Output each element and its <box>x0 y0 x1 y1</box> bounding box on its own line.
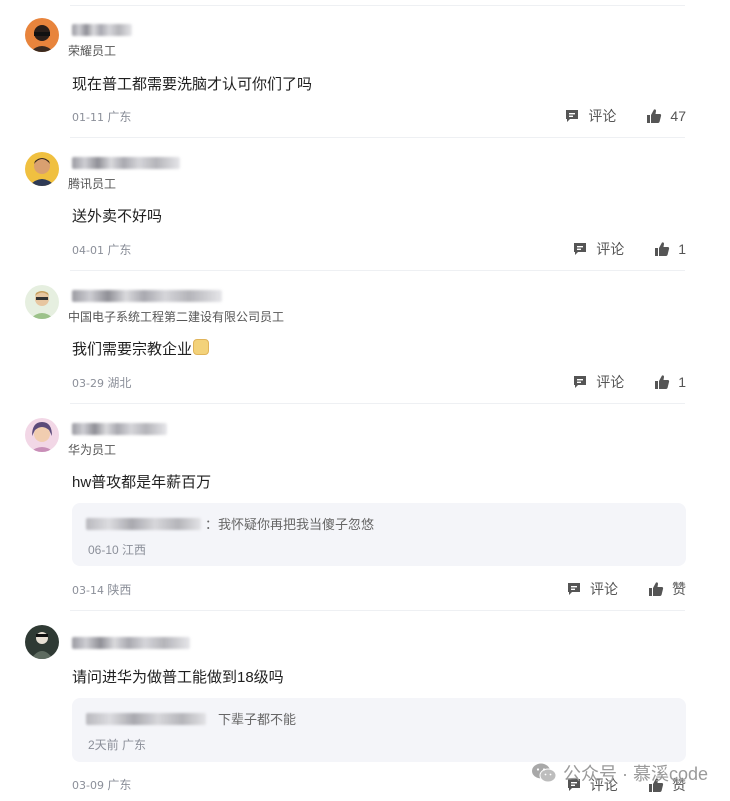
comment-icon <box>574 243 587 255</box>
avatar[interactable] <box>25 152 59 186</box>
reply-meta: 06-10 江西 <box>88 541 146 558</box>
wechat-icon <box>531 763 557 783</box>
username[interactable] <box>72 423 167 435</box>
comment-icon <box>566 110 579 122</box>
thumbs-up-icon <box>655 242 670 256</box>
comment-location: 湖北 <box>107 376 132 390</box>
username[interactable] <box>72 637 190 649</box>
like-button[interactable]: 赞 <box>648 579 686 599</box>
reply-text: 下辈子都不能 <box>218 712 297 727</box>
reply-username[interactable] <box>86 712 206 725</box>
thumbs-up-icon <box>655 375 670 389</box>
user-badge: 华为员工 <box>68 443 117 457</box>
comment-text: 现在普工都需要洗脑才认可你们了吗 <box>72 76 313 93</box>
comment-meta: 04-01 广东 <box>72 241 131 258</box>
comment-date: 01-11 <box>72 111 104 124</box>
reply-meta: 2天前 广东 <box>88 736 146 753</box>
reply-button[interactable]: 评论 <box>566 579 618 599</box>
like-count: 1 <box>678 374 686 390</box>
like-count: 1 <box>678 241 686 257</box>
divider <box>70 610 685 611</box>
like-count: 赞 <box>672 581 686 597</box>
like-button[interactable]: 1 <box>654 374 686 390</box>
reply-text: 我怀疑你再把我当傻子忽悠 <box>218 517 375 532</box>
avatar[interactable] <box>25 285 59 319</box>
reply-username[interactable] <box>86 517 201 530</box>
comment-date: 03-14 <box>72 584 104 597</box>
comment-meta: 03-14 陕西 <box>72 581 131 598</box>
reply-box: 下辈子都不能 2天前 广东 <box>72 698 686 762</box>
divider <box>70 403 685 404</box>
divider <box>70 270 685 271</box>
user-badge: 中国电子系统工程第二建设有限公司员工 <box>68 310 285 324</box>
top-divider <box>70 5 685 6</box>
reply-line: 下辈子都不能 <box>86 709 296 728</box>
watermark: 公众号 · 慕溪code <box>531 760 708 786</box>
comment-location: 广东 <box>107 778 132 792</box>
reply-button[interactable]: 评论 <box>572 372 624 392</box>
comment-meta: 01-11 广东 <box>72 108 131 125</box>
comment-icon <box>568 583 580 595</box>
emoji-icon <box>193 339 210 355</box>
reply-line: ： 我怀疑你再把我当傻子忽悠 <box>86 514 374 533</box>
comment-text: 请问进华为做普工能做到18级吗 <box>72 669 284 686</box>
reply-label: 评论 <box>588 108 617 124</box>
like-button[interactable]: 47 <box>646 108 686 124</box>
avatar[interactable] <box>25 18 59 52</box>
comment-date: 03-09 <box>72 779 104 792</box>
reply-label: 评论 <box>590 581 618 597</box>
comment-text: 送外卖不好吗 <box>72 208 163 225</box>
reply-box: ： 我怀疑你再把我当傻子忽悠 06-10 江西 <box>72 503 686 566</box>
user-badge: 荣耀员工 <box>68 44 117 58</box>
reply-label: 评论 <box>596 374 625 390</box>
reply-location: 江西 <box>122 543 147 557</box>
reply-date: 06-10 <box>88 543 119 557</box>
username[interactable] <box>72 157 180 169</box>
reply-separator: ： <box>205 517 219 532</box>
comment-location: 陕西 <box>107 583 132 597</box>
divider <box>70 137 685 138</box>
reply-button[interactable]: 评论 <box>564 106 616 126</box>
avatar[interactable] <box>25 418 59 452</box>
like-button[interactable]: 1 <box>654 241 686 257</box>
thumbs-up-icon <box>649 582 664 596</box>
reply-label: 评论 <box>596 241 625 257</box>
comment-text: hw普攻都是年薪百万 <box>72 474 212 491</box>
username[interactable] <box>72 290 222 302</box>
like-count: 47 <box>670 108 686 124</box>
comment-text: 我们需要宗教企业 <box>72 338 210 359</box>
comment-text-value: 我们需要宗教企业 <box>72 341 193 358</box>
comment-meta: 03-29 湖北 <box>72 374 131 391</box>
comment-date: 04-01 <box>72 244 104 257</box>
comment-meta: 03-09 广东 <box>72 776 131 793</box>
user-badge: 腾讯员工 <box>68 177 117 191</box>
watermark-text: 公众号 · 慕溪code <box>562 764 708 784</box>
avatar[interactable] <box>25 625 59 659</box>
reply-location: 广东 <box>122 738 147 752</box>
comment-icon <box>574 376 587 388</box>
comment-location: 广东 <box>107 243 132 257</box>
reply-date: 2天前 <box>88 738 119 752</box>
thumbs-up-icon <box>647 109 662 123</box>
comment-date: 03-29 <box>72 377 104 390</box>
comment-location: 广东 <box>107 110 132 124</box>
reply-button[interactable]: 评论 <box>572 239 624 259</box>
username[interactable] <box>72 24 132 36</box>
